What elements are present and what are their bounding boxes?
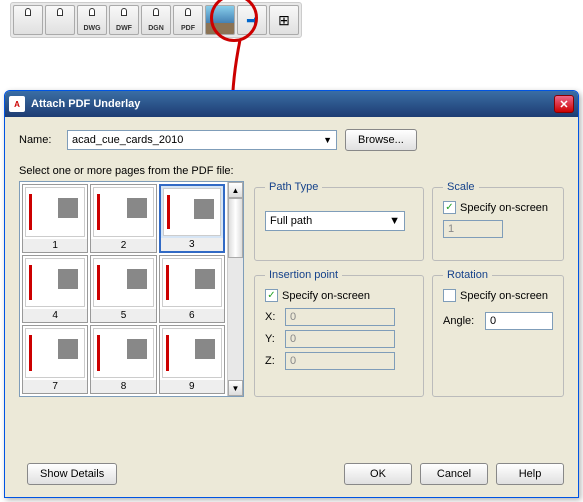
chevron-down-icon: ▼ — [389, 215, 400, 227]
thumbnail-page-5[interactable]: 5 — [90, 255, 156, 324]
titlebar-icon: A — [9, 96, 25, 112]
thumbnail-number: 7 — [23, 380, 87, 393]
help-button[interactable]: Help — [496, 463, 564, 485]
rotation-fieldset: Rotation Specify on-screen Angle: — [432, 269, 564, 397]
insertion-specify-checkbox[interactable]: ✓ — [265, 289, 278, 302]
thumbnail-page-4[interactable]: 4 — [22, 255, 88, 324]
cancel-button[interactable]: Cancel — [420, 463, 488, 485]
thumbnail-number: 1 — [23, 239, 87, 252]
attach-pdf-dialog: A Attach PDF Underlay ✕ Name: acad_cue_c… — [4, 90, 579, 498]
thumbnail-number: 3 — [161, 238, 223, 251]
z-input — [285, 352, 395, 370]
dwg-icon[interactable]: DWG — [77, 5, 107, 35]
thumbnail-number: 5 — [91, 309, 155, 322]
thumbnail-number: 9 — [160, 380, 224, 393]
thumbnail-page-1[interactable]: 1 — [22, 184, 88, 253]
path-type-fieldset: Path Type Full path ▼ — [254, 181, 424, 261]
thumbnail-number: 4 — [23, 309, 87, 322]
arrow-icon[interactable] — [237, 5, 267, 35]
grid-icon[interactable] — [269, 5, 299, 35]
scale-input — [443, 220, 503, 238]
name-select[interactable]: acad_cue_cards_2010 ▼ — [67, 130, 337, 150]
show-details-button[interactable]: Show Details — [27, 463, 117, 485]
thumbnail-page-8[interactable]: 8 — [90, 325, 156, 394]
thumbnail-page-7[interactable]: 7 — [22, 325, 88, 394]
toolbar: DWG DWF DGN PDF — [10, 2, 302, 38]
thumbnail-page-6[interactable]: 6 — [159, 255, 225, 324]
scroll-up-button[interactable]: ▲ — [228, 182, 243, 198]
thumbnail-page-2[interactable]: 2 — [90, 184, 156, 253]
rotation-specify-checkbox[interactable] — [443, 289, 456, 302]
dialog-title: Attach PDF Underlay — [31, 98, 140, 110]
scrollbar[interactable]: ▲ ▼ — [227, 182, 243, 396]
scroll-thumb[interactable] — [228, 198, 243, 258]
thumbnail-number: 8 — [91, 380, 155, 393]
path-type-select[interactable]: Full path ▼ — [265, 211, 405, 231]
attach-icon[interactable] — [13, 5, 43, 35]
dgn-icon[interactable]: DGN — [141, 5, 171, 35]
thumbnail-page-9[interactable]: 9 — [159, 325, 225, 394]
scale-fieldset: Scale ✓ Specify on-screen — [432, 181, 564, 261]
thumbnail-panel: 123 456 789 ▲ ▼ — [19, 181, 244, 397]
x-input — [285, 308, 395, 326]
thumbnail-number: 2 — [91, 239, 155, 252]
scroll-down-button[interactable]: ▼ — [228, 380, 243, 396]
thumbnail-page-3[interactable]: 3 — [159, 184, 225, 253]
close-button[interactable]: ✕ — [554, 95, 574, 113]
browse-button[interactable]: Browse... — [345, 129, 417, 151]
dwf-icon[interactable]: DWF — [109, 5, 139, 35]
ok-button[interactable]: OK — [344, 463, 412, 485]
insertion-point-fieldset: Insertion point ✓ Specify on-screen X: Y… — [254, 269, 424, 397]
chevron-down-icon: ▼ — [323, 135, 332, 145]
y-input — [285, 330, 395, 348]
scale-specify-checkbox[interactable]: ✓ — [443, 201, 456, 214]
image-icon[interactable] — [205, 5, 235, 35]
thumbnail-number: 6 — [160, 309, 224, 322]
pdf-icon[interactable]: PDF — [173, 5, 203, 35]
titlebar[interactable]: A Attach PDF Underlay ✕ — [5, 91, 578, 117]
name-label: Name: — [19, 134, 59, 146]
select-pages-label: Select one or more pages from the PDF fi… — [19, 165, 564, 177]
clip-icon[interactable] — [45, 5, 75, 35]
angle-input[interactable] — [485, 312, 553, 330]
